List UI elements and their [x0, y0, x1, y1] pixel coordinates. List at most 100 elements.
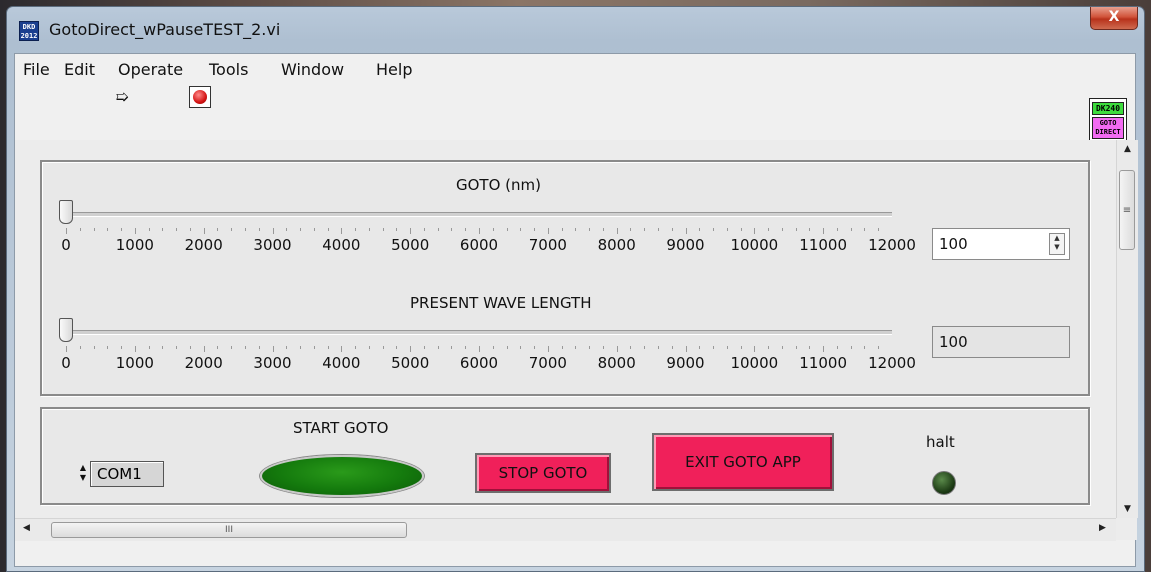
com-port-selector[interactable]: ▲ ▼ COM1 — [78, 461, 164, 487]
present-wavelength-label: PRESENT WAVE LENGTH — [410, 294, 592, 312]
horizontal-scrollbar[interactable]: ◀ III ▶ — [15, 518, 1116, 541]
present-tick — [162, 346, 164, 349]
goto-tick — [561, 228, 563, 231]
goto-tick — [203, 228, 205, 234]
goto-tick — [313, 228, 315, 231]
goto-tick — [162, 228, 164, 231]
present-tick-label: 6000 — [459, 354, 499, 372]
present-tick — [561, 346, 563, 349]
wavelength-group: GOTO (nm) 0 1000 2000 3000 4000 5000 6000 7000 8… — [40, 160, 1090, 396]
menu-tools[interactable]: Tools — [209, 60, 248, 79]
menu-help[interactable]: Help — [376, 60, 412, 79]
present-tick — [176, 346, 178, 349]
present-tick — [217, 346, 219, 349]
goto-tick — [534, 228, 536, 231]
vi-icon-top-label: DK240 — [1092, 102, 1124, 115]
present-tick — [272, 346, 274, 352]
goto-tick — [451, 228, 453, 231]
halt-led-indicator — [932, 471, 956, 495]
present-tick — [423, 346, 425, 349]
present-tick — [768, 346, 770, 349]
goto-tick — [630, 228, 632, 231]
scroll-right-icon[interactable]: ▶ — [1099, 523, 1106, 533]
goto-tick — [327, 228, 329, 231]
scroll-left-icon[interactable]: ◀ — [23, 523, 30, 533]
goto-tick — [685, 228, 687, 234]
goto-tick — [396, 228, 398, 231]
present-tick-label: 0 — [61, 354, 71, 372]
goto-tick-label: 0 — [61, 236, 71, 254]
present-slider-thumb — [59, 318, 73, 342]
menu-window[interactable]: Window — [281, 60, 344, 79]
goto-value: 100 — [939, 235, 968, 253]
present-tick — [602, 346, 604, 349]
present-tick — [699, 346, 701, 349]
goto-tick — [465, 228, 467, 231]
present-slider-track — [66, 330, 892, 335]
present-tick-label: 9000 — [666, 354, 705, 372]
menu-operate[interactable]: Operate — [118, 60, 183, 79]
present-tick — [754, 346, 756, 352]
menu-edit[interactable]: Edit — [64, 60, 95, 79]
com-port-arrows-icon[interactable]: ▲ ▼ — [78, 463, 88, 485]
goto-tick — [809, 228, 811, 231]
scroll-down-icon[interactable]: ▼ — [1117, 504, 1138, 514]
goto-tick — [66, 228, 67, 234]
present-tick — [864, 346, 866, 349]
vertical-scroll-thumb[interactable]: ≡ — [1119, 170, 1135, 250]
goto-tick — [479, 228, 480, 234]
present-tick — [547, 346, 549, 352]
run-arrow-icon[interactable]: ➯ — [111, 86, 133, 108]
com-port-value[interactable]: COM1 — [90, 461, 164, 487]
actions-group: ▲ ▼ COM1 START GOTO STOP GOTO EXIT GOTO A… — [40, 407, 1090, 505]
horizontal-scroll-thumb[interactable]: III — [51, 522, 407, 538]
close-button[interactable]: X — [1090, 7, 1138, 30]
goto-tick — [726, 228, 728, 231]
present-tick — [286, 346, 288, 349]
goto-tick — [575, 228, 577, 231]
title-bar[interactable]: DKD 2012 GotoDirect_wPauseTEST_2.vi X — [7, 7, 1144, 53]
present-tick-label: 8000 — [597, 354, 636, 372]
menu-file[interactable]: File — [23, 60, 50, 79]
goto-tick-label: 1000 — [115, 236, 154, 254]
window-title: GotoDirect_wPauseTEST_2.vi — [49, 20, 281, 39]
exit-goto-app-button[interactable]: EXIT GOTO APP — [652, 433, 834, 491]
goto-slider-thumb[interactable] — [59, 200, 73, 224]
stop-goto-button[interactable]: STOP GOTO — [475, 453, 611, 493]
goto-tick — [781, 228, 783, 231]
goto-tick — [520, 228, 522, 231]
vertical-scrollbar[interactable]: ▲ ≡ ▼ — [1116, 140, 1138, 518]
goto-tick — [878, 228, 880, 231]
present-tick-label: 12000 — [868, 354, 916, 372]
present-tick — [93, 346, 95, 349]
present-tick — [850, 346, 852, 349]
abort-execution-icon[interactable] — [189, 86, 211, 108]
goto-tick — [602, 228, 604, 231]
present-tick — [465, 346, 467, 349]
app-icon: DKD 2012 — [19, 21, 39, 41]
goto-tick — [671, 228, 673, 231]
present-tick — [795, 346, 797, 349]
start-goto-button[interactable] — [260, 455, 424, 497]
present-tick — [492, 346, 494, 349]
goto-spin-buttons[interactable]: ▲ ▼ — [1049, 233, 1065, 255]
goto-tick — [79, 228, 81, 231]
present-tick — [616, 346, 618, 352]
goto-tick — [616, 228, 618, 234]
vi-icon-line-2: DIRECT — [1095, 128, 1121, 136]
goto-tick — [850, 228, 852, 231]
goto-tick — [341, 228, 343, 234]
present-tick — [79, 346, 81, 349]
scroll-up-icon[interactable]: ▲ — [1117, 144, 1138, 154]
present-tick — [671, 346, 673, 349]
goto-slider-track[interactable] — [66, 212, 892, 217]
goto-tick — [134, 228, 136, 234]
goto-numeric-input[interactable]: 100 ▲ ▼ — [932, 228, 1070, 260]
present-tick — [437, 346, 439, 349]
present-tick — [134, 346, 136, 352]
present-tick — [823, 346, 825, 352]
goto-tick — [795, 228, 797, 231]
goto-tick-label: 11000 — [799, 236, 848, 254]
present-tick — [396, 346, 398, 349]
menu-bar: File Edit Operate Tools Window Help — [15, 54, 1135, 84]
